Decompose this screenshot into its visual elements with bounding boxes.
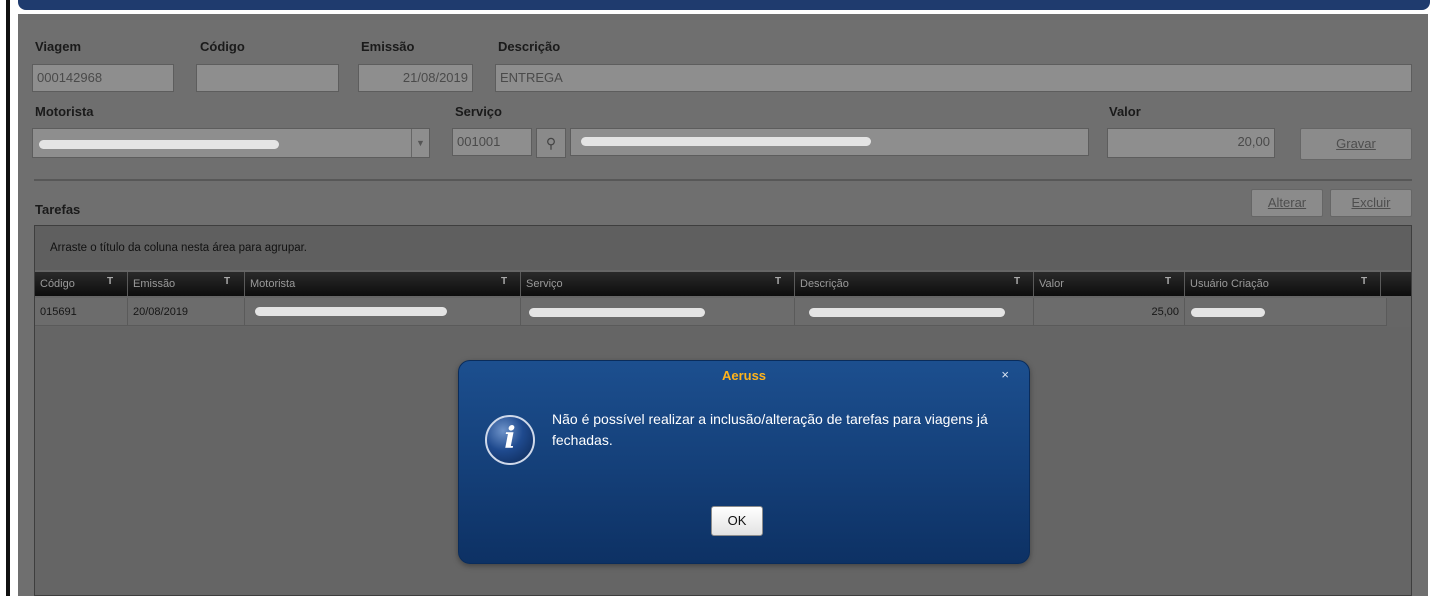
cell-usuario-criacao (1185, 298, 1387, 326)
excluir-button[interactable]: Excluir (1330, 189, 1412, 217)
col-header-valor[interactable]: Valor T (1034, 272, 1185, 296)
filter-icon[interactable]: T (1014, 276, 1024, 288)
valor-label: Valor (1109, 104, 1141, 119)
col-header-usuario-criacao[interactable]: Usuário Criação T (1185, 272, 1381, 296)
emissao-label: Emissão (361, 39, 415, 54)
cell-descricao (795, 298, 1034, 326)
alterar-button[interactable]: Alterar (1251, 189, 1323, 217)
redacted-motorista (39, 140, 279, 149)
redacted-servico (529, 308, 705, 317)
redacted-descricao (809, 308, 1005, 317)
cell-motorista (245, 298, 521, 326)
motorista-select[interactable]: ▼ (32, 128, 430, 158)
redacted-usuario (1191, 308, 1265, 317)
dialog-message: Não é possível realizar a inclusão/alter… (552, 411, 988, 448)
ok-button[interactable]: OK (711, 506, 763, 536)
chevron-down-icon[interactable]: ▼ (411, 129, 429, 157)
table-row[interactable]: 015691 20/08/2019 25,00 (35, 298, 1387, 326)
viagem-label: Viagem (35, 39, 82, 54)
cell-codigo: 015691 (35, 298, 128, 326)
cell-servico (521, 298, 795, 326)
codigo-field[interactable] (196, 64, 339, 92)
col-header-servico[interactable]: Serviço T (521, 272, 795, 296)
descricao-field[interactable]: ENTREGA (495, 64, 1412, 92)
filter-icon[interactable]: T (107, 276, 117, 288)
filter-icon[interactable]: T (1165, 276, 1175, 288)
window-title-bar (18, 0, 1430, 10)
col-header-codigo[interactable]: Código T (35, 272, 128, 296)
col-header-emissao[interactable]: Emissão T (128, 272, 245, 296)
descricao-label: Descrição (498, 39, 561, 54)
cell-valor: 25,00 (1034, 298, 1185, 326)
col-header-descricao[interactable]: Descrição T (795, 272, 1034, 296)
group-by-area[interactable]: Arraste o título da coluna nesta área pa… (35, 226, 1411, 270)
filter-icon[interactable]: T (1361, 276, 1371, 288)
servico-code-field[interactable]: 001001 (452, 128, 532, 156)
tarefas-title: Tarefas (35, 202, 81, 217)
cell-emissao: 20/08/2019 (128, 298, 245, 326)
alert-dialog: Aeruss × i Não é possível realizar a inc… (458, 360, 1030, 564)
filter-icon[interactable]: T (775, 276, 785, 288)
info-icon: i (485, 415, 535, 465)
divider (34, 179, 1412, 181)
dialog-title: Aeruss (721, 368, 767, 383)
close-icon[interactable]: × (1001, 367, 1009, 382)
filter-icon[interactable]: T (501, 276, 511, 288)
valor-field[interactable]: 20,00 (1107, 128, 1275, 158)
viagem-field[interactable]: 000142968 (32, 64, 174, 92)
gravar-button[interactable]: Gravar (1300, 128, 1412, 160)
redacted-servico (581, 137, 871, 146)
filter-icon[interactable]: T (224, 276, 234, 288)
motorista-label: Motorista (35, 104, 94, 119)
search-icon[interactable]: ⚲ (536, 128, 566, 158)
redacted-motorista (255, 307, 447, 316)
servico-desc-field[interactable] (570, 128, 1089, 156)
codigo-label: Código (200, 39, 245, 54)
grid-header: Código T Emissão T Motorista T Serviço T… (35, 272, 1411, 296)
servico-label: Serviço (455, 104, 502, 119)
emissao-field[interactable]: 21/08/2019 (358, 64, 473, 92)
window-left-border (6, 0, 10, 596)
col-header-motorista[interactable]: Motorista T (245, 272, 521, 296)
